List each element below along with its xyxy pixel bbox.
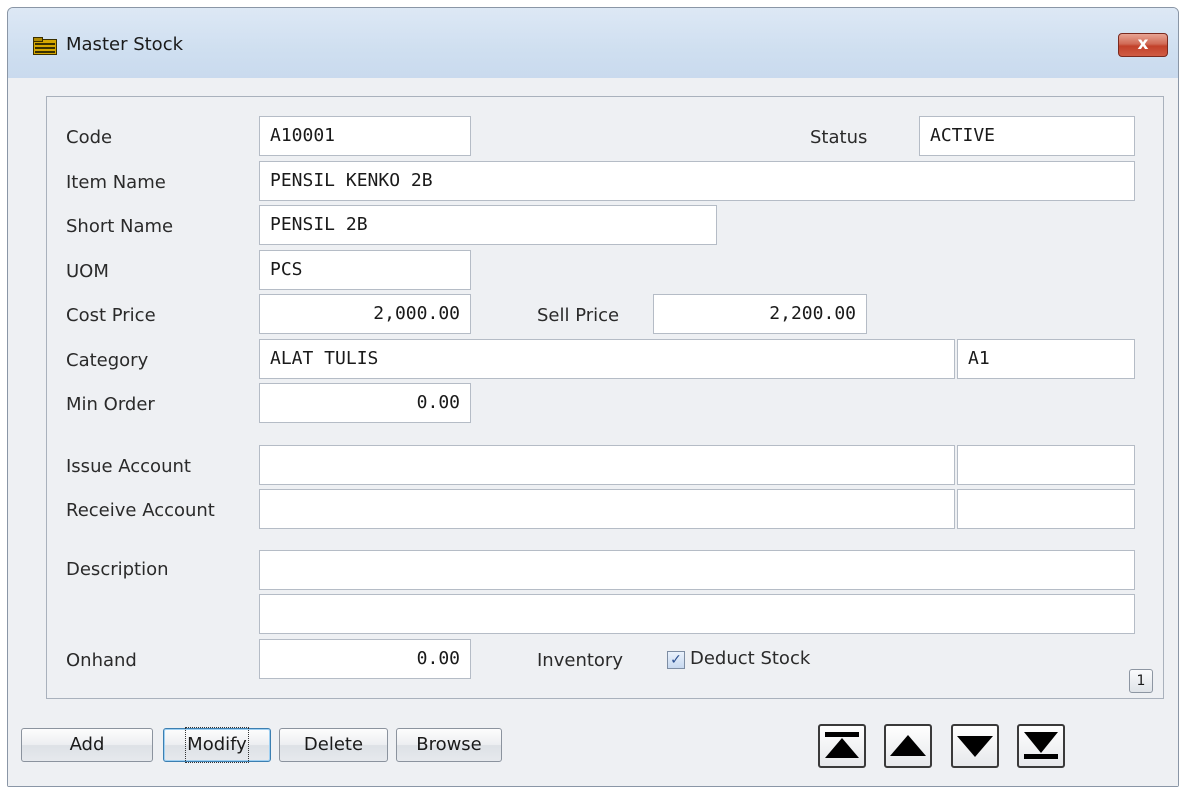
last-record-icon (1024, 732, 1058, 759)
category-code-field[interactable]: A1 (957, 339, 1135, 379)
next-record-icon (957, 736, 993, 757)
receive-account-field[interactable] (259, 489, 955, 529)
last-record-button[interactable] (1017, 724, 1065, 768)
master-stock-window: Master Stock x Code A10001 Status ACTIVE… (7, 7, 1179, 787)
issue-account-label: Issue Account (66, 456, 191, 477)
cost-price-field[interactable]: 2,000.00 (259, 294, 471, 334)
receive-account-label: Receive Account (66, 500, 215, 521)
uom-field[interactable]: PCS (259, 250, 471, 290)
first-record-icon (825, 732, 859, 758)
inventory-label: Inventory (537, 650, 623, 671)
category-field[interactable]: ALAT TULIS (259, 339, 955, 379)
delete-button[interactable]: Delete (279, 728, 388, 762)
title-bar[interactable]: Master Stock x (8, 8, 1178, 78)
first-record-button[interactable] (818, 724, 866, 768)
previous-record-button[interactable] (884, 724, 932, 768)
cost-price-label: Cost Price (66, 305, 156, 326)
previous-record-icon (890, 735, 926, 756)
status-field[interactable]: ACTIVE (919, 116, 1135, 156)
uom-label: UOM (66, 261, 109, 282)
issue-account-code-field[interactable] (957, 445, 1135, 485)
min-order-field[interactable]: 0.00 (259, 383, 471, 423)
folder-icon (33, 37, 57, 55)
browse-button-label: Browse (416, 734, 482, 755)
description-label: Description (66, 559, 169, 580)
code-label: Code (66, 127, 113, 148)
form-panel: Code A10001 Status ACTIVE Item Name PENS… (46, 96, 1164, 699)
min-order-label: Min Order (66, 394, 155, 415)
sell-price-label: Sell Price (537, 305, 620, 326)
modify-button-label: Modify (185, 727, 249, 763)
short-name-field[interactable]: PENSIL 2B (259, 205, 717, 245)
client-area: Code A10001 Status ACTIVE Item Name PENS… (8, 78, 1178, 786)
add-button-label: Add (69, 734, 105, 755)
deduct-stock-label[interactable]: Deduct Stock (690, 648, 810, 669)
window-title: Master Stock (66, 34, 184, 55)
close-button[interactable]: x (1118, 33, 1168, 57)
checkmark-icon: ✓ (670, 652, 682, 668)
description-line1-field[interactable] (259, 550, 1135, 590)
sell-price-field[interactable]: 2,200.00 (653, 294, 867, 334)
deduct-stock-checkbox[interactable]: ✓ (667, 651, 685, 669)
page-indicator[interactable]: 1 (1129, 669, 1153, 693)
status-label: Status (810, 127, 868, 148)
item-name-field[interactable]: PENSIL KENKO 2B (259, 161, 1135, 201)
item-name-label: Item Name (66, 172, 166, 193)
modify-button[interactable]: Modify (163, 727, 271, 763)
category-label: Category (66, 350, 149, 371)
add-button[interactable]: Add (21, 728, 153, 762)
onhand-field[interactable]: 0.00 (259, 639, 471, 679)
issue-account-field[interactable] (259, 445, 955, 485)
short-name-label: Short Name (66, 216, 174, 237)
delete-button-label: Delete (303, 734, 364, 755)
receive-account-code-field[interactable] (957, 489, 1135, 529)
browse-button[interactable]: Browse (396, 728, 502, 762)
code-field[interactable]: A10001 (259, 116, 471, 156)
onhand-label: Onhand (66, 650, 137, 671)
close-icon: x (1137, 34, 1149, 54)
next-record-button[interactable] (951, 724, 999, 768)
description-line2-field[interactable] (259, 594, 1135, 634)
